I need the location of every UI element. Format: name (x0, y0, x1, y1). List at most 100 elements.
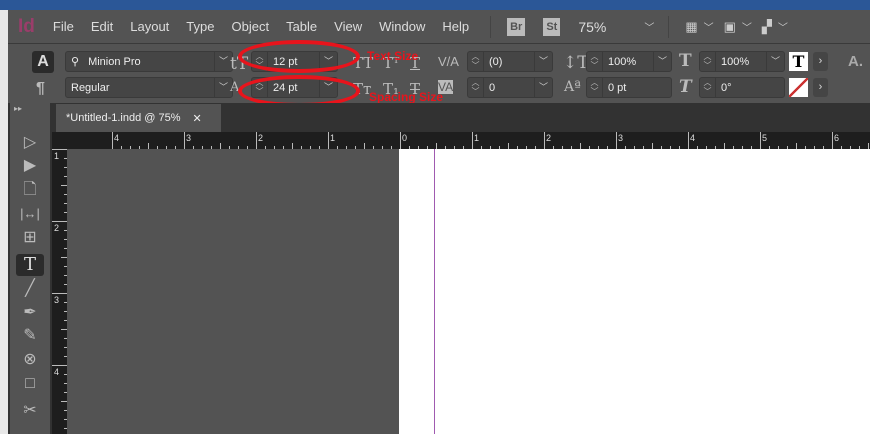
zoom-level[interactable]: 75% (578, 19, 638, 35)
menu-object[interactable]: Object (231, 19, 269, 34)
fill-menu-button[interactable]: › (813, 52, 828, 71)
stroke-menu-button[interactable]: › (813, 78, 828, 97)
chevron-down-icon[interactable]: ﹀ (766, 52, 784, 71)
tools-panel: ▸▸ ▷ ▶ 🗋 |↔| ⊞ T ╱ ✒ ✎ ⊗ □ ✂ (10, 103, 50, 434)
stock-button[interactable]: St (543, 17, 561, 36)
skew-icon: T (679, 77, 692, 97)
ruler-label: 2 (546, 133, 552, 143)
margin-guide (434, 149, 435, 434)
menu-layout[interactable]: Layout (130, 19, 169, 34)
panel-collapse-icon[interactable]: ▸▸ (14, 104, 22, 113)
search-icon: ⚲ (71, 56, 80, 68)
ruler-tick (52, 221, 67, 222)
stroke-none-swatch[interactable] (789, 78, 808, 97)
ruler-tick (472, 132, 473, 149)
ruler-tick (832, 132, 833, 149)
font-style-field[interactable]: Regular ﹀ (65, 77, 233, 98)
stepper[interactable]: ︿ ﹀ (700, 52, 716, 71)
line-tool-icon[interactable]: ╱ (16, 278, 44, 300)
stepper[interactable]: ︿ ﹀ (468, 52, 484, 71)
ruler-label: 3 (54, 295, 60, 305)
paragraph-mode-button[interactable]: ¶ (36, 80, 45, 98)
arrange-documents-icon[interactable]: ▞ (762, 19, 772, 35)
ruler-tick (112, 132, 113, 149)
ruler-label: 4 (54, 367, 60, 377)
ruler-label: 6 (834, 133, 840, 143)
ruler-label: 1 (474, 133, 480, 143)
baseline-shift-field[interactable]: ︿ ﹀ 0 pt (586, 77, 672, 98)
menu-file[interactable]: File (53, 19, 74, 34)
kerning-icon: V/A (438, 54, 459, 69)
document-tab[interactable]: *Untitled-1.indd @ 75% ✕ (56, 104, 221, 132)
ruler-label: 2 (54, 223, 60, 233)
ruler-tick (616, 132, 617, 149)
rectangle-frame-tool-icon[interactable]: ⊗ (16, 349, 44, 371)
ruler-tick (52, 365, 67, 366)
ruler-tick (52, 149, 67, 150)
ruler-tick (52, 293, 67, 294)
menu-edit[interactable]: Edit (91, 19, 113, 34)
horizontal-ruler[interactable]: 4 3 2 1 0 1 2 3 4 5 6 (52, 132, 870, 149)
fill-color-swatch[interactable]: T (789, 52, 808, 71)
baseline-shift-icon: Aª (564, 79, 581, 95)
chevron-down-icon[interactable]: ﹀ (778, 19, 788, 34)
view-options-icon[interactable]: ▦ (685, 19, 697, 35)
menu-table[interactable]: Table (286, 19, 317, 34)
scissors-tool-icon[interactable]: ✂ (16, 400, 44, 422)
divider (668, 15, 670, 38)
direct-selection-tool-icon[interactable]: ▶ (16, 155, 44, 177)
ruler-label: 1 (330, 133, 336, 143)
page-tool-icon[interactable]: 🗋 (16, 179, 44, 201)
ruler-tick (760, 132, 761, 149)
stepper[interactable]: ︿ ﹀ (587, 52, 603, 71)
menu-window[interactable]: Window (379, 19, 425, 34)
ruler-tick (688, 132, 689, 149)
ruler-label: 3 (618, 133, 624, 143)
pasteboard[interactable] (67, 149, 399, 434)
screen-mode-icon[interactable]: ▣ (724, 19, 736, 35)
ruler-label: 3 (186, 133, 192, 143)
text-size-highlight (238, 40, 360, 73)
skew-field[interactable]: ︿ ﹀ 0° (699, 77, 785, 98)
character-mode-button[interactable]: A (32, 51, 54, 73)
horizontal-scale-field[interactable]: ︿ ﹀ 100% ﹀ (699, 51, 785, 72)
menu-type[interactable]: Type (186, 19, 214, 34)
chevron-down-icon[interactable]: ﹀ (534, 78, 552, 97)
menu-view[interactable]: View (334, 19, 362, 34)
spacing-size-annotation: Spacing Size (369, 90, 444, 104)
pen-tool-icon[interactable]: ✒ (16, 302, 44, 324)
selection-tool-icon[interactable]: ▷ (16, 132, 44, 154)
ruler-tick (328, 132, 329, 149)
chevron-down-icon[interactable]: ﹀ (742, 19, 752, 34)
menu-bar: Id File Edit Layout Type Object Table Vi… (8, 10, 870, 43)
bridge-button[interactable]: Br (507, 17, 526, 36)
content-collector-icon[interactable]: ⊞ (16, 227, 44, 249)
ruler-label: 4 (114, 133, 120, 143)
stepper[interactable]: ︿ ﹀ (700, 78, 716, 97)
font-family-field[interactable]: ⚲ Minion Pro ﹀ (65, 51, 233, 72)
chevron-down-icon[interactable]: ﹀ (534, 52, 552, 71)
menu-help[interactable]: Help (442, 19, 469, 34)
chevron-down-icon[interactable]: ﹀ (653, 52, 671, 71)
ruler-label: 4 (690, 133, 696, 143)
vertical-ruler[interactable]: 1 2 3 4 (52, 149, 67, 434)
stepper[interactable]: ︿ ﹀ (587, 78, 603, 97)
type-tool-icon[interactable]: T (16, 254, 44, 276)
tracking-field[interactable]: ︿ ﹀ 0 ﹀ (467, 77, 553, 98)
document-page[interactable] (399, 149, 870, 434)
chevron-down-icon[interactable]: ﹀ (644, 19, 654, 34)
ruler-label: 0 (402, 133, 408, 143)
ruler-tick (256, 132, 257, 149)
close-icon[interactable]: ✕ (193, 112, 202, 125)
gap-tool-icon[interactable]: |↔| (16, 203, 44, 225)
character-styles-icon[interactable]: A. (848, 53, 863, 70)
vertical-scale-field[interactable]: ︿ ﹀ 100% ﹀ (586, 51, 672, 72)
window-titlebar-strip (0, 0, 870, 10)
stepper[interactable]: ︿ ﹀ (468, 78, 484, 97)
vertical-scale-icon: ↕T (563, 53, 589, 73)
kerning-field[interactable]: ︿ ﹀ (0) ﹀ (467, 51, 553, 72)
pencil-tool-icon[interactable]: ✎ (16, 325, 44, 347)
rectangle-tool-icon[interactable]: □ (16, 373, 44, 395)
chevron-down-icon[interactable]: ﹀ (704, 19, 714, 34)
text-size-annotation: Text Size (367, 49, 419, 63)
